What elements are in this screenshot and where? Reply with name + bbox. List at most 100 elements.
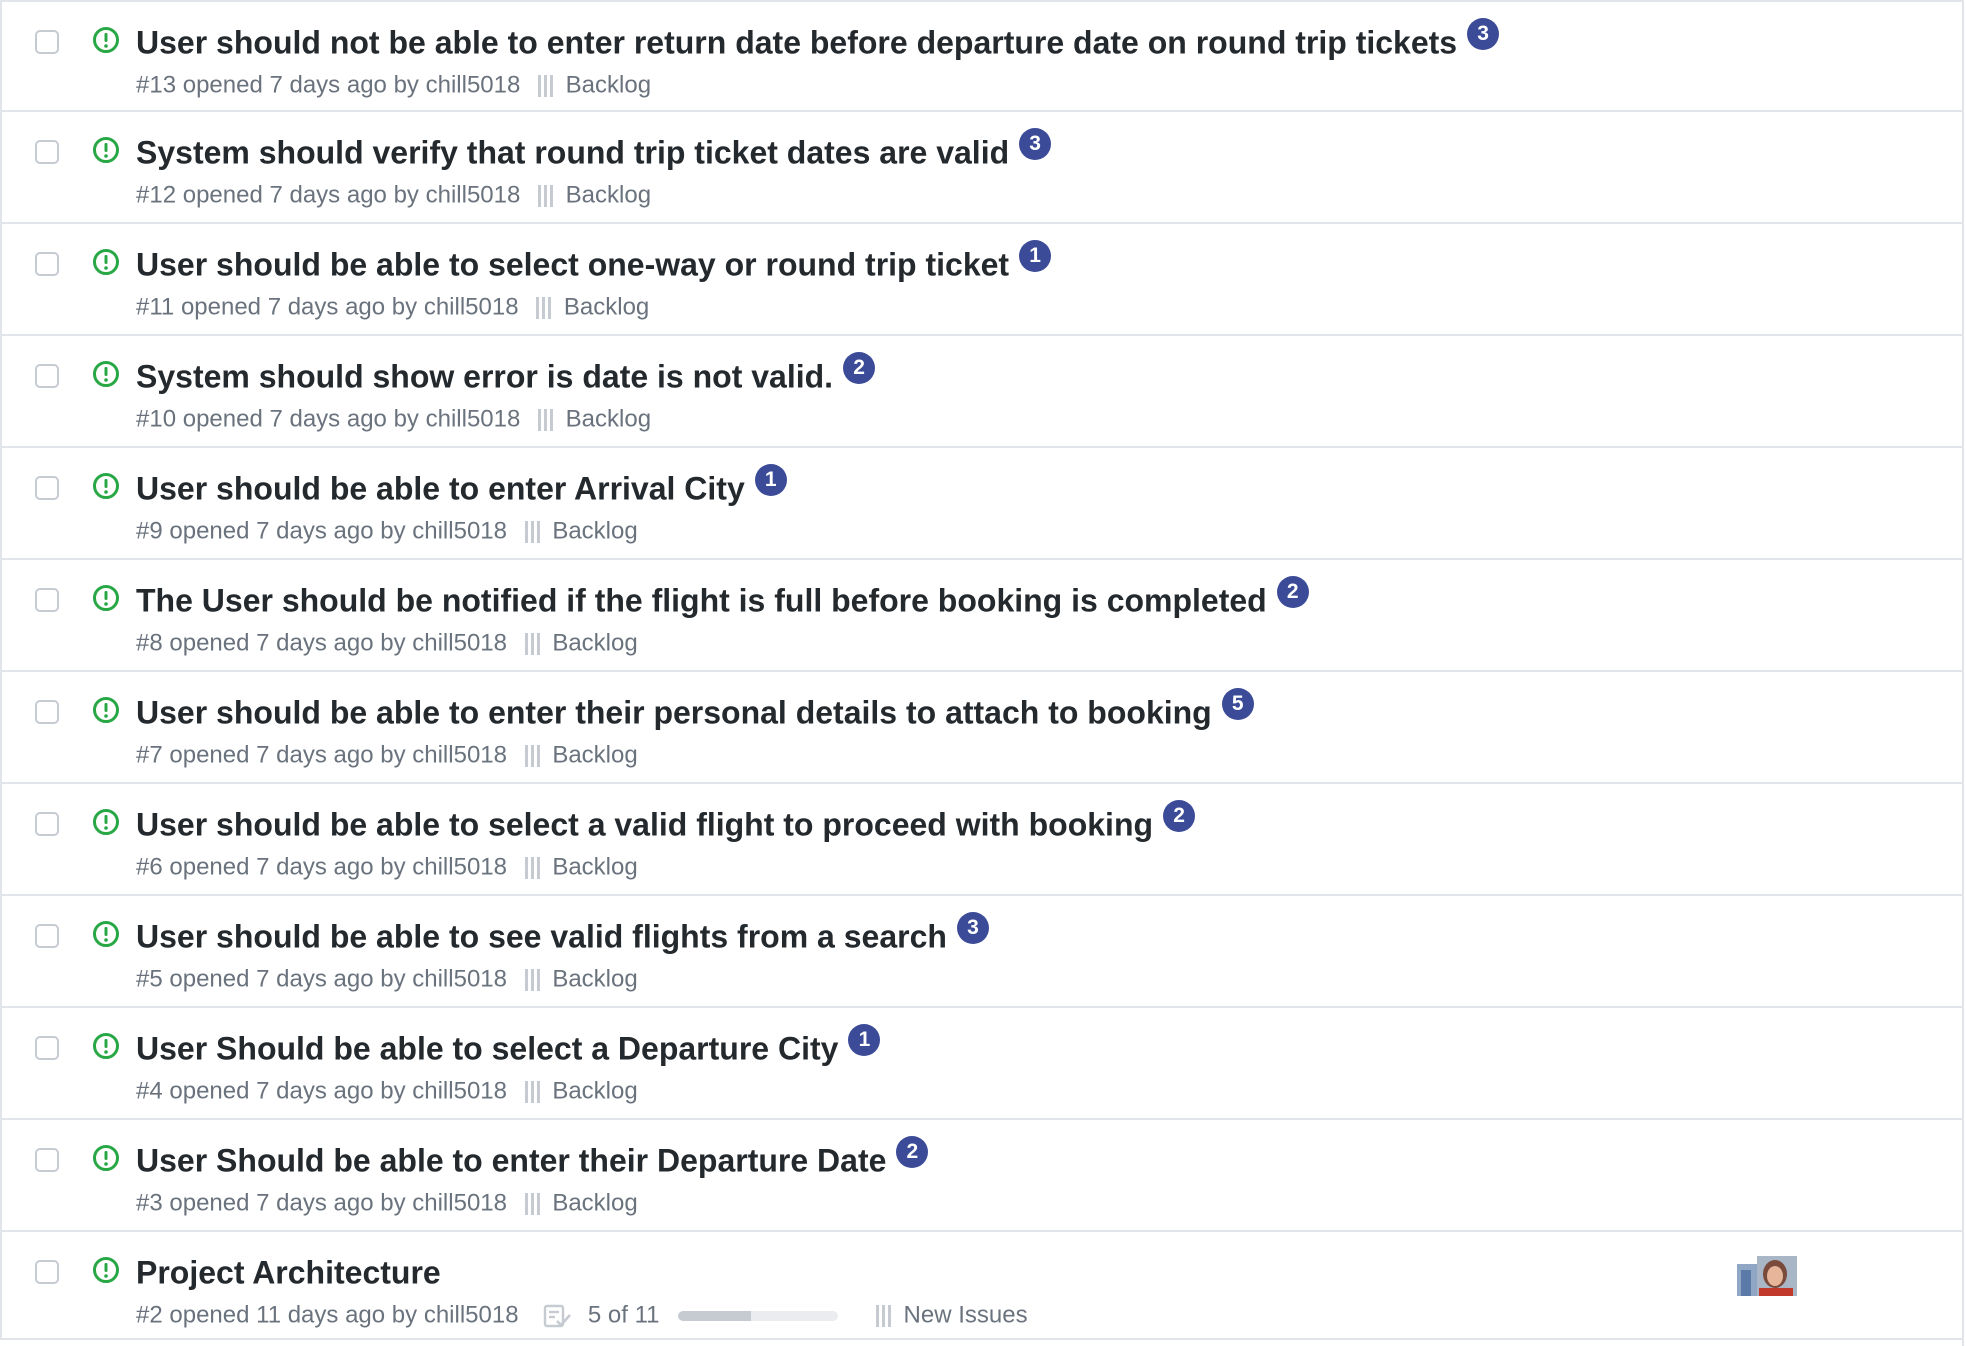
issue-title-link[interactable]: User Should be able to enter their Depar… — [136, 1135, 929, 1181]
assignee-avatar[interactable] — [1737, 1256, 1797, 1296]
issue-list: User should not be able to enter return … — [0, 0, 1964, 1346]
project-column-link[interactable]: Backlog — [552, 854, 637, 881]
project-column-link[interactable]: Backlog — [552, 742, 637, 769]
issue-title-link[interactable]: User should be able to enter their perso… — [136, 687, 1254, 733]
issue-author-link[interactable]: chill5018 — [412, 1078, 507, 1105]
issue-title-link[interactable]: User Should be able to select a Departur… — [136, 1023, 881, 1069]
issue-select-checkbox[interactable] — [35, 700, 59, 724]
issue-number: #2 — [136, 1301, 163, 1329]
issue-author-link[interactable]: chill5018 — [424, 1302, 519, 1329]
issue-number: #10 — [136, 405, 177, 433]
issue-author-link[interactable]: chill5018 — [424, 294, 519, 321]
issue-author-link[interactable]: chill5018 — [426, 182, 521, 209]
comment-count-badge[interactable]: 2 — [1163, 799, 1196, 832]
issue-select-checkbox[interactable] — [35, 364, 59, 388]
issue-author-link[interactable]: chill5018 — [412, 1190, 507, 1217]
issue-meta: #2 opened 11 days ago by chill5018 5 of … — [136, 1300, 1028, 1331]
issue-author-link[interactable]: chill5018 — [412, 854, 507, 881]
project-column-link[interactable]: Backlog — [552, 630, 637, 657]
comment-count-badge[interactable]: 3 — [956, 911, 989, 944]
issue-opened-text: opened 7 days ago by — [169, 965, 406, 993]
project-column-link[interactable]: Backlog — [552, 518, 637, 545]
issue-select-checkbox[interactable] — [35, 924, 59, 948]
project-column-link[interactable]: Backlog — [566, 406, 651, 433]
issue-row: User should be able to select a valid fl… — [0, 784, 1962, 896]
issue-meta: #13 opened 7 days ago by chill5018 Backl… — [136, 70, 651, 101]
issue-select-checkbox[interactable] — [35, 140, 59, 164]
issue-meta: #10 opened 7 days ago by chill5018 Backl… — [136, 404, 651, 435]
comment-count-badge[interactable]: 1 — [1019, 239, 1052, 272]
issue-title-link[interactable]: User should be able to enter Arrival Cit… — [136, 463, 787, 509]
comment-count-badge[interactable]: 5 — [1221, 687, 1254, 720]
issue-select-checkbox[interactable] — [35, 476, 59, 500]
issue-rows: User should not be able to enter return … — [0, 0, 1962, 1232]
project-column-link[interactable]: Backlog — [566, 72, 651, 99]
project-column-link[interactable]: New Issues — [904, 1302, 1028, 1329]
issue-opened-text: opened 7 days ago by — [182, 405, 419, 433]
issue-title-text: System should verify that round trip tic… — [136, 134, 1010, 171]
comment-count-badge[interactable]: 2 — [896, 1135, 929, 1168]
project-column-icon — [524, 968, 540, 991]
project-column-link[interactable]: Backlog — [552, 1190, 637, 1217]
issue-number: #3 — [136, 1189, 163, 1217]
tasklist-icon — [544, 1304, 572, 1328]
project-column-link[interactable]: Backlog — [564, 294, 649, 321]
project-column-link[interactable]: Backlog — [552, 1078, 637, 1105]
issue-row: User Should be able to select a Departur… — [0, 1008, 1962, 1120]
issue-opened-icon — [93, 27, 119, 53]
issue-select-checkbox[interactable] — [35, 1036, 59, 1060]
issue-title-link[interactable]: User should be able to see valid flights… — [136, 911, 989, 957]
issue-select-checkbox[interactable] — [35, 588, 59, 612]
issue-number: #12 — [136, 181, 177, 209]
issue-title-link[interactable]: System should show error is date is not … — [136, 351, 876, 397]
issue-opened-icon — [93, 697, 119, 723]
issue-title-link[interactable]: System should verify that round trip tic… — [136, 127, 1052, 173]
issue-title-text: User Should be able to enter their Depar… — [136, 1142, 887, 1179]
issue-select-checkbox[interactable] — [35, 1260, 59, 1284]
issue-title-link[interactable]: User should be able to select one-way or… — [136, 239, 1052, 285]
task-progress-label: 5 of 11 — [587, 1301, 660, 1329]
issue-title-text: User Should be able to select a Departur… — [136, 1030, 839, 1067]
project-column-icon — [538, 184, 553, 207]
issue-title-link[interactable]: User should not be able to enter return … — [136, 17, 1500, 63]
project-column-link[interactable]: Backlog — [566, 182, 651, 209]
issue-row: User should be able to enter Arrival Cit… — [0, 448, 1962, 560]
project-column-link[interactable]: Backlog — [552, 966, 637, 993]
issue-number: #13 — [136, 71, 177, 99]
issue-opened-text: opened 7 days ago by — [169, 1077, 406, 1105]
issue-title-link[interactable]: The User should be notified if the fligh… — [136, 575, 1309, 621]
issue-author-link[interactable]: chill5018 — [426, 72, 521, 99]
issue-select-checkbox[interactable] — [35, 252, 59, 276]
issue-select-checkbox[interactable] — [35, 30, 59, 54]
issue-opened-icon — [93, 1145, 119, 1171]
comment-count-badge[interactable]: 2 — [843, 351, 876, 384]
issue-number: #9 — [136, 517, 163, 545]
issue-author-link[interactable]: chill5018 — [412, 518, 507, 545]
issue-author-link[interactable]: chill5018 — [412, 630, 507, 657]
issue-author-link[interactable]: chill5018 — [412, 742, 507, 769]
comment-count-badge[interactable]: 1 — [848, 1023, 881, 1056]
issue-row: The User should be notified if the fligh… — [0, 560, 1962, 672]
issue-select-checkbox[interactable] — [35, 1148, 59, 1172]
issue-title-link[interactable]: User should be able to select a valid fl… — [136, 799, 1196, 845]
issue-opened-text: opened 7 days ago by — [169, 629, 406, 657]
issue-row: User should be able to select one-way or… — [0, 224, 1962, 336]
issue-title-text: User should be able to select one-way or… — [136, 246, 1010, 283]
issue-title-text: Project Architecture — [136, 1254, 441, 1291]
issue-title-text: System should show error is date is not … — [136, 358, 834, 395]
issue-opened-text: opened 7 days ago by — [169, 517, 406, 545]
issue-title-text: User should be able to see valid flights… — [136, 918, 947, 955]
project-column-icon — [538, 74, 553, 97]
issue-select-checkbox[interactable] — [35, 812, 59, 836]
comment-count-badge[interactable]: 3 — [1467, 17, 1500, 50]
issue-opened-icon — [93, 137, 119, 163]
issue-opened-icon — [93, 473, 119, 499]
comment-count-badge[interactable]: 1 — [754, 463, 787, 496]
issue-title-link[interactable]: Project Architecture — [136, 1250, 441, 1293]
comment-count-badge[interactable]: 3 — [1019, 127, 1052, 160]
issue-author-link[interactable]: chill5018 — [426, 406, 521, 433]
comment-count-badge[interactable]: 2 — [1276, 575, 1309, 608]
issue-opened-icon — [93, 361, 119, 387]
issue-author-link[interactable]: chill5018 — [412, 966, 507, 993]
issue-title-text: User should be able to enter Arrival Cit… — [136, 470, 745, 507]
